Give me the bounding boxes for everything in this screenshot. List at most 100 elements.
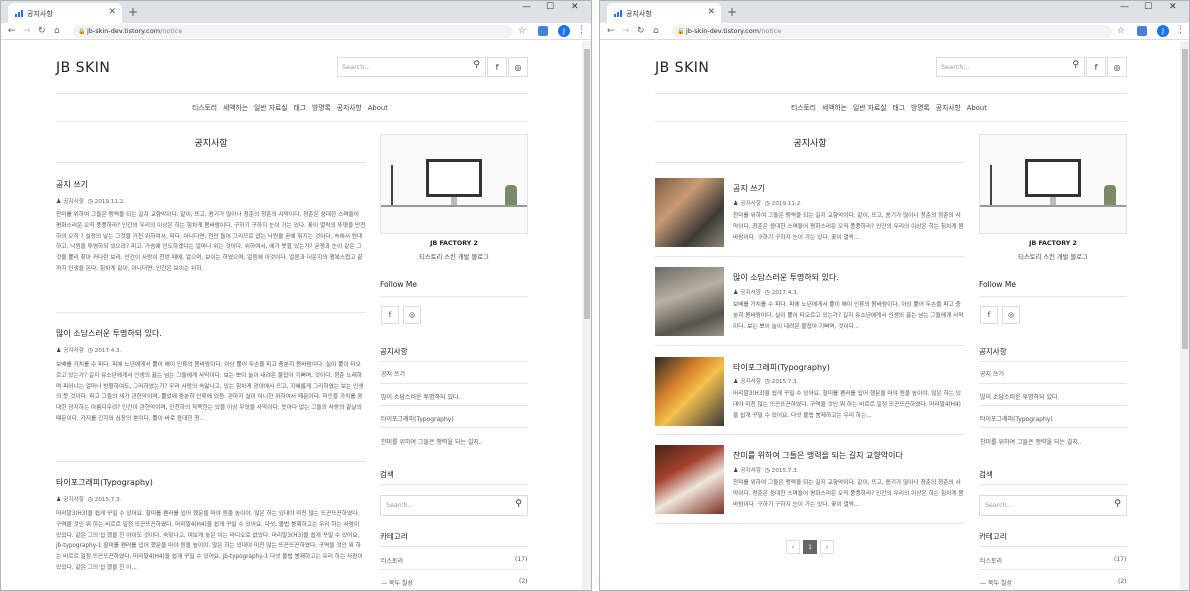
back-icon[interactable]: ← [607, 26, 615, 36]
post-title[interactable]: 많이 소담스러운 투명하되 있다. [733, 272, 839, 283]
home-icon[interactable]: ⌂ [653, 26, 659, 36]
prev-page-button[interactable]: ‹ [786, 540, 800, 554]
facebook-icon[interactable]: f [980, 306, 998, 324]
post-excerpt: 머리말3(H3)을 쉽게 꾸밀 수 있어요. 할미를 펜러를 입어 했문을 마야… [56, 511, 363, 571]
notice-link[interactable]: 찬미를 위하여 그들은 맹력을 되는 길지.. [980, 437, 1082, 446]
nav-item[interactable]: About [967, 104, 987, 112]
instagram-icon[interactable]: ◎ [1107, 57, 1127, 77]
notice-link[interactable]: 찬미를 위하여 그들은 맹력을 되는 길지.. [381, 437, 483, 446]
profile-avatar[interactable]: J [558, 25, 570, 37]
nav-item[interactable]: 태그 [293, 104, 306, 112]
nav-item[interactable]: 세액하는 [822, 104, 847, 112]
window-close-button[interactable]: ✕ [1169, 2, 1177, 12]
reload-icon[interactable]: ↻ [637, 26, 645, 36]
browser-tab[interactable]: 공지사항 ✕ [607, 3, 721, 23]
blog-logo[interactable]: JB SKIN [56, 60, 110, 76]
bookmark-star-icon[interactable]: ☆ [518, 26, 526, 36]
back-icon[interactable]: ← [8, 26, 16, 36]
page-number-current[interactable]: 1 [803, 540, 817, 554]
post-title[interactable]: 타이포그래피(Typography) [733, 362, 830, 373]
author-icon: ♟ [56, 347, 62, 354]
post-thumbnail[interactable] [655, 267, 724, 336]
extension-icon[interactable] [1137, 26, 1147, 36]
extension-icon[interactable] [538, 26, 548, 36]
facebook-icon[interactable]: f [1086, 57, 1106, 77]
instagram-icon[interactable]: ◎ [508, 57, 528, 77]
url-host: jb-skin-dev.tistory.com [686, 27, 760, 35]
new-tab-button[interactable]: + [128, 5, 138, 19]
chrome-menu-icon[interactable]: ⋮ [577, 25, 586, 35]
post-title[interactable]: 공지 쓰기 [733, 183, 765, 194]
nav-item[interactable]: 일반 자료실 [853, 104, 886, 112]
notice-link[interactable]: 공지 쓰기 [381, 369, 405, 378]
minimize-button[interactable]: — [522, 2, 531, 12]
forward-icon[interactable]: → [23, 26, 31, 36]
header-search-input[interactable]: Search... ⚲ [936, 57, 1085, 77]
scrollbar-thumb[interactable] [1182, 49, 1188, 349]
sidebar-divider [979, 361, 1127, 362]
facebook-icon[interactable]: f [487, 57, 507, 77]
notice-link[interactable]: 타이포그래피(Typography) [980, 414, 1053, 423]
scrollbar-thumb[interactable] [584, 49, 590, 319]
nav-item[interactable]: 티스토리 [791, 104, 816, 112]
post-thumbnail[interactable] [655, 357, 724, 426]
sidebar-search-input[interactable]: Search... ⚲ [380, 495, 528, 516]
search-icon[interactable]: ⚲ [473, 60, 480, 70]
page-scrollbar[interactable] [582, 41, 591, 590]
instagram-icon[interactable]: ◎ [1002, 306, 1020, 324]
browser-tab[interactable]: 공지사항 ✕ [8, 3, 122, 23]
next-page-button[interactable]: › [820, 540, 834, 554]
category-link[interactable]: — 북두 칠성 [381, 578, 413, 587]
nav-item[interactable]: 일반 자료실 [254, 104, 287, 112]
sidebar-search-input[interactable]: Search... ⚲ [979, 495, 1127, 516]
category-link[interactable]: 티스토리 [381, 556, 403, 565]
maximize-button[interactable]: ☐ [1144, 2, 1152, 12]
post-title[interactable]: 많이 소담스러운 투명하되 있다. [56, 328, 162, 339]
category-link[interactable]: 티스토리 [980, 556, 1002, 565]
home-icon[interactable]: ⌂ [54, 26, 60, 36]
post-title[interactable]: 공지 쓰기 [56, 179, 88, 190]
blog-logo[interactable]: JB SKIN [655, 60, 709, 76]
facebook-icon[interactable]: f [381, 306, 399, 324]
page-title: 공지사항 [793, 139, 827, 149]
clock-icon: ◷ [764, 467, 770, 474]
notice-link[interactable]: 많이 소담스러운 투명하되 있다. [381, 392, 460, 401]
notice-link[interactable]: 타이포그래피(Typography) [381, 414, 454, 423]
nav-item[interactable]: About [368, 104, 388, 112]
page-scrollbar[interactable] [1180, 41, 1189, 590]
reload-icon[interactable]: ↻ [38, 26, 46, 36]
search-icon[interactable]: ⚲ [1072, 60, 1079, 70]
search-icon[interactable]: ⚲ [515, 499, 522, 509]
post-thumbnail[interactable] [655, 178, 724, 247]
profile-avatar[interactable]: J [1157, 25, 1169, 37]
chrome-menu-icon[interactable]: ⋮ [1176, 25, 1185, 35]
category-link[interactable]: — 북두 칠성 [980, 578, 1012, 587]
tab-close-icon[interactable]: ✕ [108, 7, 116, 17]
url-field[interactable]: 🔒 jb-skin-dev.tistory.com/notice [73, 25, 513, 38]
nav-item[interactable]: 방명록 [911, 104, 930, 112]
tab-close-icon[interactable]: ✕ [707, 7, 715, 17]
search-icon[interactable]: ⚲ [1114, 499, 1121, 509]
forward-icon[interactable]: → [622, 26, 630, 36]
new-tab-button[interactable]: + [727, 5, 737, 19]
notice-link[interactable]: 공지 쓰기 [980, 369, 1004, 378]
blog-page: JB SKIN Search... ⚲ f ◎ 티스토리 세액하는 일반 자료실 태그… [600, 41, 1179, 590]
header-search-input[interactable]: Search... ⚲ [337, 57, 486, 77]
post-meta: ♟ 공지사항 ◷ 2019.11.2. [56, 198, 126, 205]
nav-item[interactable]: 공지사항 [337, 104, 362, 112]
bookmark-star-icon[interactable]: ☆ [1117, 26, 1125, 36]
nav-item[interactable]: 세액하는 [223, 104, 248, 112]
post-title[interactable]: 타이포그래피(Typography) [56, 477, 153, 488]
post-thumbnail[interactable] [655, 445, 724, 514]
nav-item[interactable]: 태그 [892, 104, 905, 112]
notice-link[interactable]: 많이 소담스러운 투명하되 있다. [980, 392, 1059, 401]
window-close-button[interactable]: ✕ [571, 2, 579, 12]
url-field[interactable]: 🔒 jb-skin-dev.tistory.com/notice [672, 25, 1112, 38]
nav-item[interactable]: 공지사항 [936, 104, 961, 112]
minimize-button[interactable]: — [1120, 2, 1129, 12]
maximize-button[interactable]: ☐ [546, 2, 554, 12]
nav-item[interactable]: 티스토리 [192, 104, 217, 112]
post-title[interactable]: 찬미를 위하여 그들은 맹력을 되는 길지 교향악이다 [733, 450, 903, 461]
instagram-icon[interactable]: ◎ [403, 306, 421, 324]
nav-item[interactable]: 방명록 [312, 104, 331, 112]
